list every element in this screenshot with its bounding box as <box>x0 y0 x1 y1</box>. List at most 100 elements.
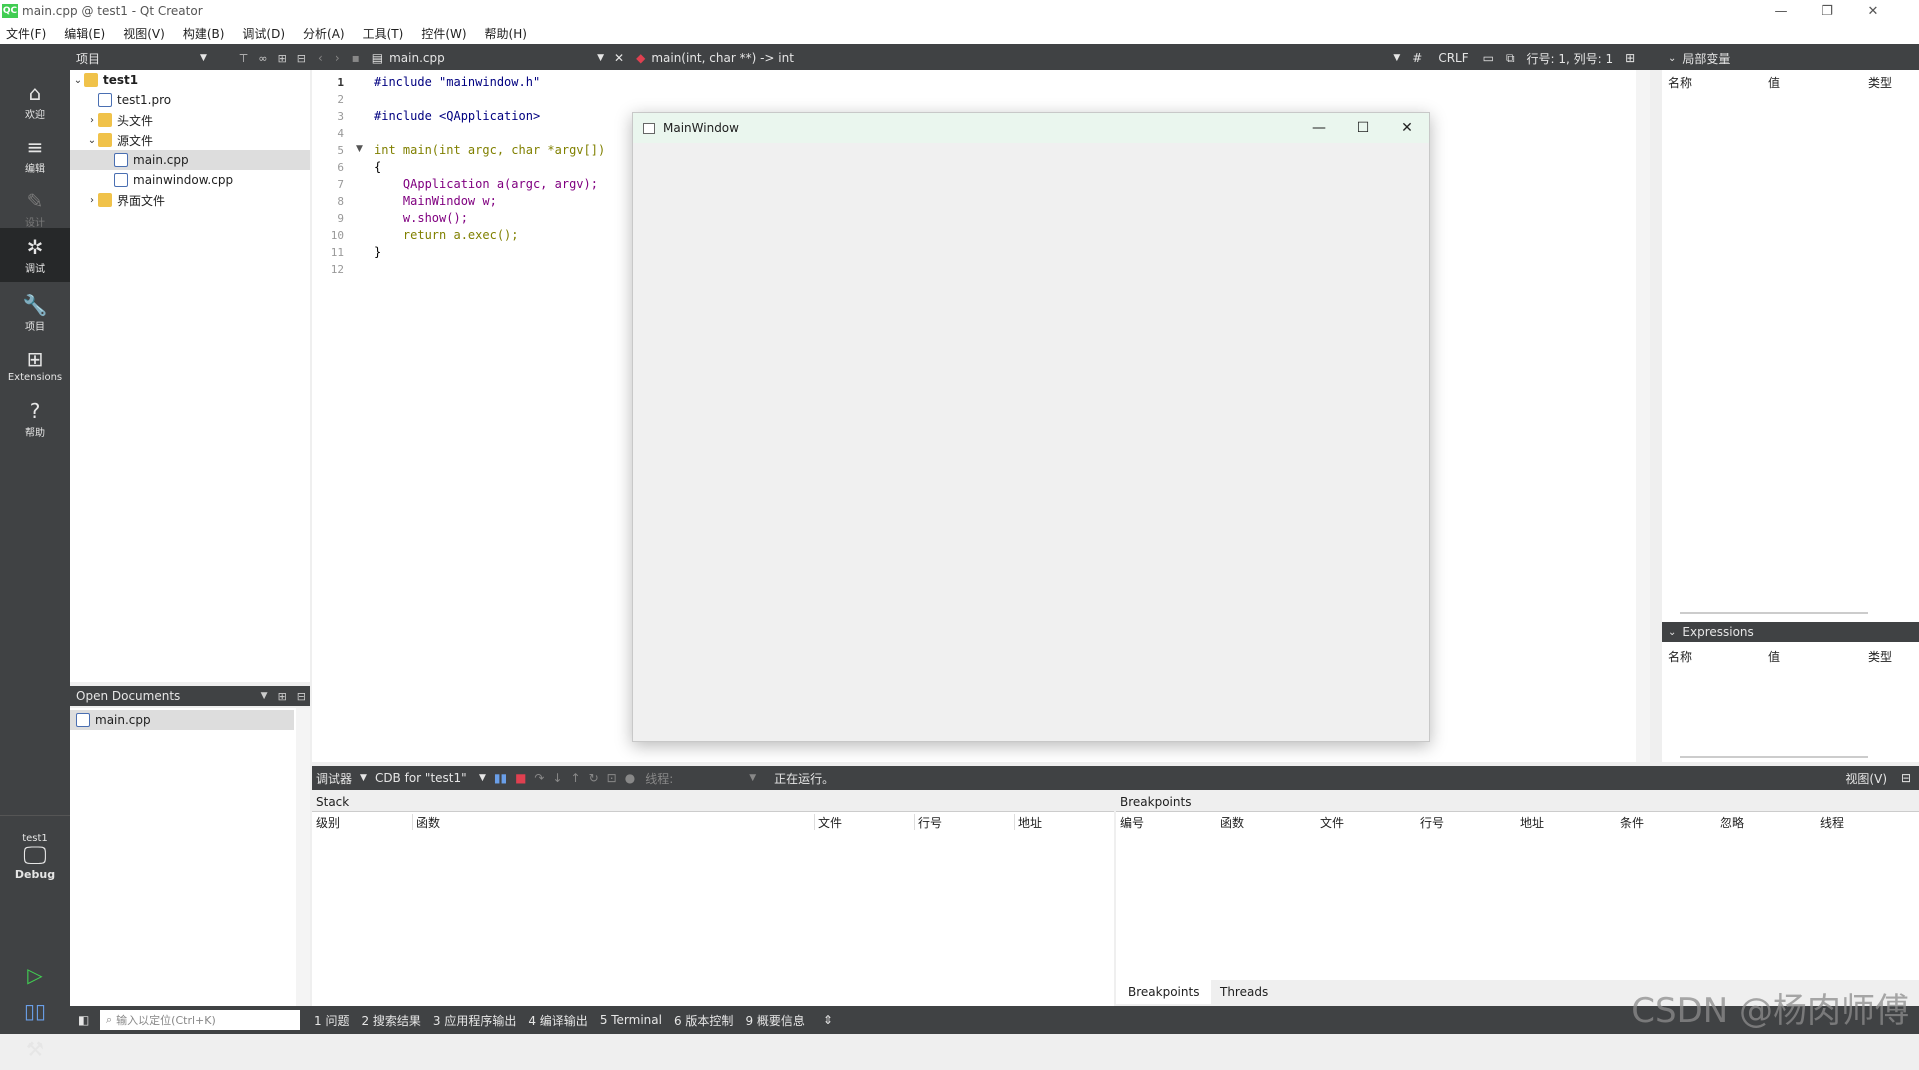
bp-col-thread[interactable]: 线程 <box>1820 814 1844 831</box>
split-icon[interactable]: ⊞ <box>278 52 287 65</box>
menu-file[interactable]: 文件(F) <box>6 25 46 42</box>
menu-widgets[interactable]: 控件(W) <box>421 25 466 42</box>
fold-icon[interactable]: ▼ <box>356 144 363 154</box>
file-tab[interactable]: main.cpp <box>389 51 597 65</box>
tree-node-main-cpp[interactable]: main.cpp <box>70 150 310 170</box>
menu-help[interactable]: 帮助(H) <box>485 25 527 42</box>
tab-compile-output[interactable]: 4 编译输出 <box>528 1012 587 1029</box>
sidebar-toggle-icon[interactable]: ◧ <box>78 1013 89 1027</box>
thread-selector[interactable]: 线程: <box>645 770 749 787</box>
step-over-icon[interactable]: ↷ <box>534 771 544 785</box>
encoding-icon[interactable]: ▭ <box>1483 51 1494 65</box>
debug-run-button[interactable]: ▯▯ <box>0 994 70 1030</box>
stack-col-address[interactable]: 地址 <box>1018 814 1042 831</box>
open-document-item[interactable]: main.cpp <box>70 710 294 730</box>
bp-col-function[interactable]: 函数 <box>1220 814 1244 831</box>
bp-col-number[interactable]: 编号 <box>1120 814 1144 831</box>
editor-scrollbar[interactable] <box>1636 70 1650 762</box>
app-title-bar[interactable]: MainWindow — ☐ ✕ <box>633 113 1429 143</box>
tab-threads[interactable]: Threads <box>1208 980 1280 1004</box>
scrollbar[interactable] <box>1680 612 1868 614</box>
stack-col-line[interactable]: 行号 <box>918 814 942 831</box>
bp-col-line[interactable]: 行号 <box>1420 814 1444 831</box>
menu-analyze[interactable]: 分析(A) <box>303 25 345 42</box>
step-into-icon[interactable]: ↓ <box>552 771 562 785</box>
tree-node-project[interactable]: ⌄ test1 <box>72 70 138 90</box>
tab-terminal[interactable]: 5 Terminal <box>600 1013 662 1027</box>
tab-summary[interactable]: 9 概要信息 <box>745 1012 804 1029</box>
bp-col-file[interactable]: 文件 <box>1320 814 1344 831</box>
record-icon[interactable]: ● <box>625 771 635 785</box>
locator-input[interactable]: ⌕ 输入以定位(Ctrl+K) <box>100 1010 300 1030</box>
chevron-down-icon[interactable]: ▼ <box>479 773 486 783</box>
bp-col-ignore-count[interactable]: 忽略 <box>1720 814 1744 831</box>
back-icon[interactable]: ‹ <box>318 51 323 65</box>
stack-col-function[interactable]: 函数 <box>416 814 440 831</box>
tab-search-results[interactable]: 2 搜索结果 <box>361 1012 420 1029</box>
hash-label[interactable]: # <box>1412 51 1422 65</box>
stack-col-level[interactable]: 级别 <box>316 814 340 831</box>
chevron-down-icon[interactable]: ⌄ <box>86 135 98 146</box>
tree-node-sources[interactable]: ⌄ 源文件 <box>86 130 153 150</box>
chevron-right-icon[interactable]: › <box>86 195 98 206</box>
close-pane-icon[interactable]: ⊟ <box>297 690 306 703</box>
tab-version-control[interactable]: 6 版本控制 <box>674 1012 733 1029</box>
close-icon[interactable]: ✕ <box>1850 0 1896 22</box>
tree-node-mainwindow-cpp[interactable]: mainwindow.cpp <box>114 170 233 190</box>
continue-icon[interactable]: ▮▮ <box>494 771 507 785</box>
restore-icon[interactable]: ❐ <box>1804 0 1850 22</box>
close-pane-icon[interactable]: ⊟ <box>297 52 306 65</box>
tree-node-file[interactable]: test1.pro <box>86 90 171 110</box>
chevron-down-icon[interactable]: ▼ <box>1393 53 1400 63</box>
restart-icon[interactable]: ↻ <box>589 771 599 785</box>
stack-col-file[interactable]: 文件 <box>818 814 842 831</box>
close-icon[interactable]: ✕ <box>1385 113 1429 143</box>
line-ending[interactable]: CRLF <box>1438 51 1468 65</box>
filter-icon[interactable]: ⊤ <box>239 52 249 65</box>
symbol-selector[interactable]: main(int, char **) -> int <box>651 51 1393 65</box>
split-editor-icon[interactable]: ⊞ <box>1625 51 1635 65</box>
mode-extensions[interactable]: ⊞ Extensions <box>0 338 70 392</box>
chevron-down-icon[interactable]: ▼ <box>749 773 756 783</box>
engine-selector[interactable]: CDB for "test1" <box>375 771 479 785</box>
menu-debug[interactable]: 调试(D) <box>242 25 285 42</box>
mode-help[interactable]: ? 帮助 <box>0 392 70 446</box>
stop-icon[interactable]: ■ <box>515 771 526 785</box>
chevron-down-icon[interactable]: ⌄ <box>72 75 84 86</box>
tab-breakpoints[interactable]: Breakpoints <box>1116 980 1212 1004</box>
lock-icon[interactable]: ▪ <box>352 51 360 65</box>
close-doc-icon[interactable]: ✕ <box>614 51 624 65</box>
menu-view[interactable]: 视图(V) <box>123 25 165 42</box>
chevron-down-icon[interactable]: ▼ <box>261 691 268 701</box>
menu-tools[interactable]: 工具(T) <box>363 25 404 42</box>
scrollbar[interactable] <box>296 708 310 1006</box>
mode-debug[interactable]: ✲ 调试 <box>0 228 70 282</box>
minimize-icon[interactable]: — <box>1297 113 1341 143</box>
collapse-icon[interactable]: ⌄ <box>1668 53 1676 64</box>
close-pane-icon[interactable]: ⊟ <box>1901 771 1911 785</box>
tree-node-forms[interactable]: › 界面文件 <box>86 190 165 210</box>
run-button[interactable]: ▷ <box>0 958 70 994</box>
menu-edit[interactable]: 编辑(E) <box>64 25 105 42</box>
reverse-icon[interactable]: ⊡ <box>607 771 617 785</box>
chevron-down-icon[interactable]: ▼ <box>200 53 207 63</box>
mode-welcome[interactable]: ⌂ 欢迎 <box>0 74 70 128</box>
tab-app-output[interactable]: 3 应用程序输出 <box>433 1012 516 1029</box>
bp-col-condition[interactable]: 条件 <box>1620 814 1644 831</box>
link-icon[interactable]: ∞ <box>258 52 267 65</box>
forward-icon[interactable]: › <box>335 51 340 65</box>
step-out-icon[interactable]: ↑ <box>571 771 581 785</box>
view-menu[interactable]: 视图(V) <box>1845 770 1887 787</box>
chevron-down-icon[interactable]: ▼ <box>360 773 367 783</box>
scrollbar[interactable] <box>1680 756 1868 758</box>
mode-edit[interactable]: ≡ 编辑 <box>0 128 70 182</box>
bp-col-address[interactable]: 地址 <box>1520 814 1544 831</box>
mode-projects[interactable]: 🔧 项目 <box>0 286 70 340</box>
tab-issues[interactable]: 1 问题 <box>314 1012 349 1029</box>
menu-build[interactable]: 构建(B) <box>183 25 225 42</box>
split-icon[interactable]: ⊞ <box>278 690 287 703</box>
minimize-icon[interactable]: — <box>1758 0 1804 22</box>
maximize-icon[interactable]: ☐ <box>1341 113 1385 143</box>
collapse-icon[interactable]: ⌄ <box>1668 627 1676 638</box>
chevron-right-icon[interactable]: › <box>86 115 98 126</box>
